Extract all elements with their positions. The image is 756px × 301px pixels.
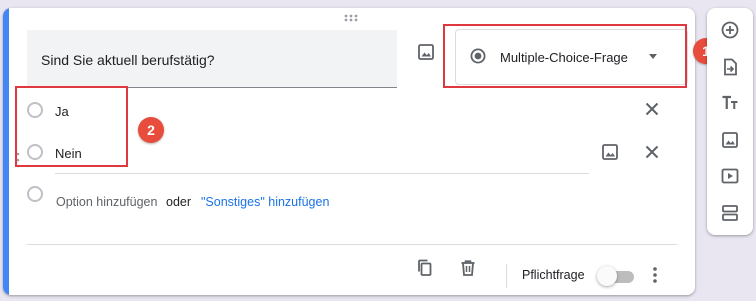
annotation-badge-2: 2 (138, 117, 164, 143)
option-radio-icon (27, 102, 43, 118)
import-questions-icon[interactable] (720, 57, 740, 77)
question-type-dropdown[interactable]: Multiple-Choice-Frage (455, 29, 688, 85)
required-label: Pflichtfrage (522, 268, 585, 282)
remove-option-close-icon[interactable] (644, 144, 660, 160)
add-option-separator: oder (166, 195, 192, 209)
option-radio-icon (27, 144, 43, 160)
radio-selected-icon (470, 48, 486, 64)
add-option-radio-icon (27, 186, 43, 202)
add-section-icon[interactable] (720, 203, 740, 223)
footer-divider (27, 244, 677, 245)
delete-icon[interactable] (458, 258, 478, 278)
floating-toolbar (707, 8, 753, 235)
more-vert-icon[interactable] (650, 265, 660, 285)
active-indicator-bar (3, 8, 9, 295)
duplicate-icon[interactable] (415, 258, 435, 278)
option-drag-handle-icon[interactable] (15, 152, 21, 168)
add-option-button[interactable]: Option hinzufügen (56, 195, 157, 209)
add-video-icon[interactable] (720, 166, 740, 186)
drag-handle-icon[interactable] (343, 14, 359, 22)
add-question-image-icon[interactable] (416, 42, 436, 62)
option-input-underline (55, 173, 589, 174)
question-card[interactable]: Sind Sie aktuell berufstätig? Multiple-C… (3, 8, 695, 295)
add-question-icon[interactable] (720, 20, 740, 40)
option-label-ja[interactable]: Ja (55, 104, 69, 119)
add-title-icon[interactable] (720, 93, 740, 113)
remove-option-close-icon[interactable] (644, 101, 660, 117)
question-type-label: Multiple-Choice-Frage (500, 50, 628, 65)
add-option-image-icon[interactable] (600, 142, 620, 162)
add-image-icon[interactable] (720, 130, 740, 150)
question-title-input[interactable]: Sind Sie aktuell berufstätig? (27, 30, 397, 88)
chevron-down-icon (649, 54, 657, 59)
footer-vertical-divider (506, 264, 507, 288)
add-other-option-link[interactable]: "Sonstiges" hinzufügen (201, 195, 329, 209)
question-title-text: Sind Sie aktuell berufstätig? (41, 52, 215, 68)
option-label-nein[interactable]: Nein (55, 146, 82, 161)
required-toggle-knob[interactable] (597, 266, 617, 286)
